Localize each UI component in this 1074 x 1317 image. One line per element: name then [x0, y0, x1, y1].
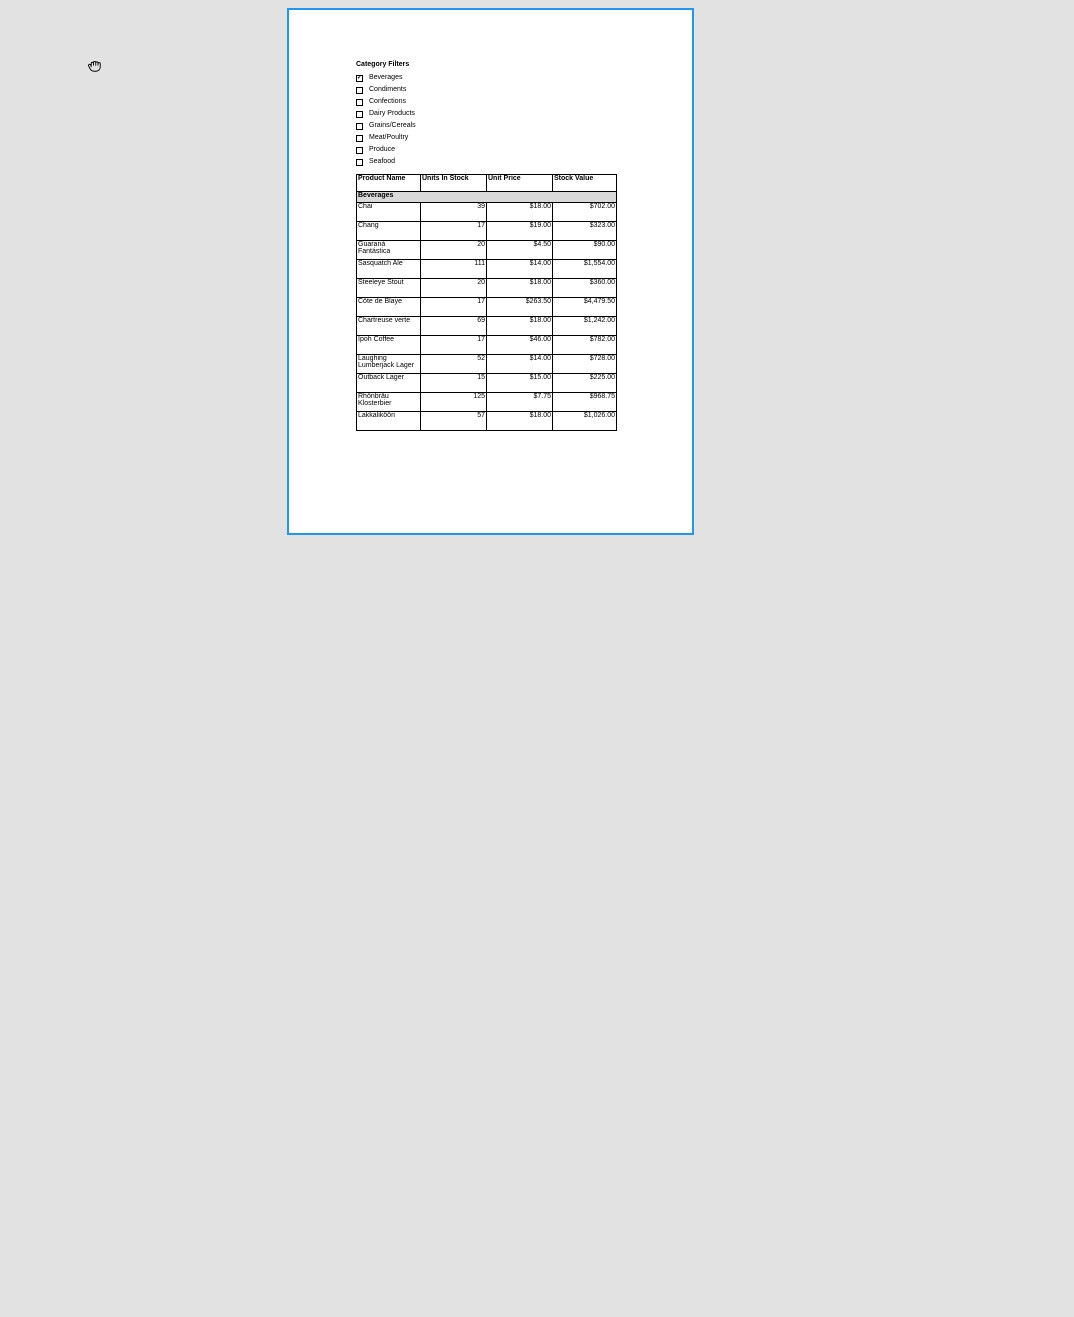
cell-units: 17	[421, 336, 487, 355]
filter-row: Beverages	[356, 72, 621, 84]
filter-checkbox[interactable]	[356, 111, 363, 118]
filter-label: Meat/Poultry	[369, 132, 408, 144]
cell-product-name: Chartreuse verte	[357, 317, 421, 336]
cell-stock-value: $702.00	[553, 203, 617, 222]
filter-checkbox[interactable]	[356, 123, 363, 130]
filters-title: Category Filters	[356, 61, 621, 68]
cell-unit-price: $18.00	[487, 412, 553, 431]
table-header-row: Product Name Units In Stock Unit Price S…	[357, 175, 617, 192]
cell-units: 57	[421, 412, 487, 431]
table-row: Laughing Lumberjack Lager52$14.00$728.00	[357, 355, 617, 374]
cell-stock-value: $782.00	[553, 336, 617, 355]
col-header-stock-value: Stock Value	[553, 175, 617, 192]
filter-label: Confections	[369, 96, 406, 108]
filters-list: BeveragesCondimentsConfectionsDairy Prod…	[356, 72, 621, 168]
filter-row: Meat/Poultry	[356, 132, 621, 144]
filter-label: Grains/Cereals	[369, 120, 416, 132]
cell-product-name: Outback Lager	[357, 374, 421, 393]
cell-stock-value: $360.00	[553, 279, 617, 298]
filter-row: Grains/Cereals	[356, 120, 621, 132]
cell-product-name: Lakkalikööri	[357, 412, 421, 431]
col-header-unit-price: Unit Price	[487, 175, 553, 192]
filter-row: Produce	[356, 144, 621, 156]
cell-unit-price: $7.75	[487, 393, 553, 412]
cell-units: 39	[421, 203, 487, 222]
table-row: Ipoh Coffee17$46.00$782.00	[357, 336, 617, 355]
cell-product-name: Côte de Blaye	[357, 298, 421, 317]
filter-row: Seafood	[356, 156, 621, 168]
filter-checkbox[interactable]	[356, 75, 363, 82]
report-page: Category Filters BeveragesCondimentsConf…	[287, 8, 694, 535]
table-row: Chang17$19.00$323.00	[357, 222, 617, 241]
table-row: Lakkalikööri57$18.00$1,026.00	[357, 412, 617, 431]
report-content: Category Filters BeveragesCondimentsConf…	[356, 61, 621, 431]
cell-product-name: Chang	[357, 222, 421, 241]
cell-stock-value: $225.00	[553, 374, 617, 393]
cell-unit-price: $14.00	[487, 355, 553, 374]
filter-checkbox[interactable]	[356, 147, 363, 154]
filter-checkbox[interactable]	[356, 135, 363, 142]
cell-product-name: Steeleye Stout	[357, 279, 421, 298]
col-header-units: Units In Stock	[421, 175, 487, 192]
cell-product-name: Guaraná Fantástica	[357, 241, 421, 260]
cell-unit-price: $15.00	[487, 374, 553, 393]
table-row: Steeleye Stout20$18.00$360.00	[357, 279, 617, 298]
products-table: Product Name Units In Stock Unit Price S…	[356, 174, 617, 431]
cell-product-name: Ipoh Coffee	[357, 336, 421, 355]
cell-unit-price: $14.00	[487, 260, 553, 279]
cell-units: 15	[421, 374, 487, 393]
cell-stock-value: $1,242.00	[553, 317, 617, 336]
cell-unit-price: $4.50	[487, 241, 553, 260]
cell-units: 52	[421, 355, 487, 374]
cell-product-name: Chai	[357, 203, 421, 222]
cell-unit-price: $19.00	[487, 222, 553, 241]
cell-product-name: Sasquatch Ale	[357, 260, 421, 279]
table-row: Chartreuse verte69$18.00$1,242.00	[357, 317, 617, 336]
cell-unit-price: $18.00	[487, 317, 553, 336]
filter-label: Produce	[369, 144, 395, 156]
table-group-header: Beverages	[357, 192, 617, 203]
table-row: Outback Lager15$15.00$225.00	[357, 374, 617, 393]
cell-unit-price: $18.00	[487, 203, 553, 222]
filter-label: Dairy Products	[369, 108, 415, 120]
cell-units: 17	[421, 222, 487, 241]
cell-unit-price: $263.50	[487, 298, 553, 317]
cell-unit-price: $18.00	[487, 279, 553, 298]
cell-units: 111	[421, 260, 487, 279]
cell-stock-value: $323.00	[553, 222, 617, 241]
cell-product-name: Laughing Lumberjack Lager	[357, 355, 421, 374]
cell-stock-value: $1,554.00	[553, 260, 617, 279]
filter-label: Seafood	[369, 156, 395, 168]
cell-unit-price: $46.00	[487, 336, 553, 355]
filter-checkbox[interactable]	[356, 87, 363, 94]
group-label: Beverages	[357, 192, 617, 203]
cell-stock-value: $4,479.50	[553, 298, 617, 317]
cell-units: 125	[421, 393, 487, 412]
table-row: Côte de Blaye17$263.50$4,479.50	[357, 298, 617, 317]
filter-label: Beverages	[369, 72, 402, 84]
cell-units: 69	[421, 317, 487, 336]
cell-units: 20	[421, 241, 487, 260]
cell-stock-value: $90.00	[553, 241, 617, 260]
filter-row: Condiments	[356, 84, 621, 96]
table-row: Guaraná Fantástica20$4.50$90.00	[357, 241, 617, 260]
cell-stock-value: $728.00	[553, 355, 617, 374]
table-row: Rhönbräu Klosterbier125$7.75$968.75	[357, 393, 617, 412]
cell-stock-value: $968.75	[553, 393, 617, 412]
filter-checkbox[interactable]	[356, 99, 363, 106]
col-header-product-name: Product Name	[357, 175, 421, 192]
cell-units: 17	[421, 298, 487, 317]
table-row: Sasquatch Ale111$14.00$1,554.00	[357, 260, 617, 279]
filter-checkbox[interactable]	[356, 159, 363, 166]
filter-row: Dairy Products	[356, 108, 621, 120]
cell-stock-value: $1,026.00	[553, 412, 617, 431]
cell-units: 20	[421, 279, 487, 298]
cell-product-name: Rhönbräu Klosterbier	[357, 393, 421, 412]
table-row: Chai39$18.00$702.00	[357, 203, 617, 222]
filter-label: Condiments	[369, 84, 406, 96]
filter-row: Confections	[356, 96, 621, 108]
grab-cursor-icon	[86, 57, 104, 75]
